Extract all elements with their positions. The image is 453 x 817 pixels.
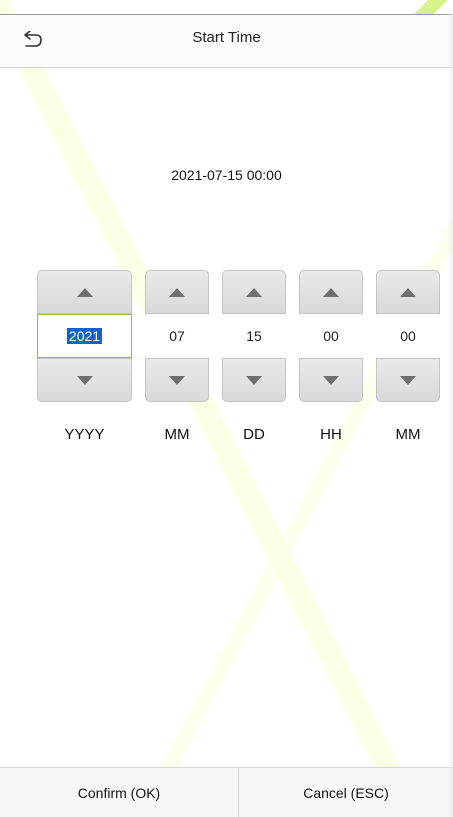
confirm-button[interactable]: Confirm (OK) bbox=[0, 768, 238, 817]
datetime-summary: 2021-07-15 00:00 bbox=[171, 167, 282, 183]
edge-shadow bbox=[447, 14, 453, 817]
month-label: MM bbox=[164, 426, 190, 443]
day-increment-button[interactable] bbox=[222, 270, 286, 314]
day-value: 15 bbox=[246, 328, 262, 344]
month-increment-button[interactable] bbox=[145, 270, 209, 314]
month-spinner: 07 bbox=[145, 270, 209, 403]
minute-value-field[interactable]: 00 bbox=[376, 314, 440, 358]
screen: Start Time 2021-07-15 00:00 2021 07 15 0… bbox=[0, 0, 453, 817]
triangle-up-icon bbox=[76, 287, 93, 297]
hour-decrement-button[interactable] bbox=[299, 358, 363, 402]
hour-increment-button[interactable] bbox=[299, 270, 363, 314]
hour-spinner: 00 bbox=[299, 270, 363, 403]
triangle-down-icon bbox=[169, 375, 185, 385]
minute-spinner: 00 bbox=[376, 270, 440, 403]
year-decrement-button[interactable] bbox=[37, 358, 132, 402]
day-decrement-button[interactable] bbox=[222, 358, 286, 402]
minute-value: 00 bbox=[400, 328, 416, 344]
month-value: 07 bbox=[169, 328, 185, 344]
page-title: Start Time bbox=[192, 29, 261, 46]
day-value-field[interactable]: 15 bbox=[222, 314, 286, 358]
day-spinner: 15 bbox=[222, 270, 286, 403]
year-increment-button[interactable] bbox=[37, 270, 132, 314]
hour-value-field[interactable]: 00 bbox=[299, 314, 363, 358]
hour-value: 00 bbox=[323, 328, 339, 344]
triangle-down-icon bbox=[246, 375, 262, 385]
hour-label: HH bbox=[320, 426, 342, 443]
minute-increment-button[interactable] bbox=[376, 270, 440, 314]
triangle-down-icon bbox=[400, 375, 416, 385]
triangle-down-icon bbox=[323, 375, 339, 385]
year-value: 2021 bbox=[66, 328, 103, 344]
triangle-up-icon bbox=[246, 287, 262, 297]
month-value-field[interactable]: 07 bbox=[145, 314, 209, 358]
triangle-up-icon bbox=[400, 287, 416, 297]
month-decrement-button[interactable] bbox=[145, 358, 209, 402]
cancel-button[interactable]: Cancel (ESC) bbox=[239, 768, 453, 817]
year-label: YYYY bbox=[64, 426, 105, 443]
day-label: DD bbox=[243, 426, 265, 443]
footer-bar: Confirm (OK) Cancel (ESC) bbox=[0, 767, 453, 817]
triangle-down-icon bbox=[76, 375, 93, 385]
triangle-up-icon bbox=[323, 287, 339, 297]
header-bar: Start Time bbox=[0, 14, 453, 68]
minute-decrement-button[interactable] bbox=[376, 358, 440, 402]
triangle-up-icon bbox=[169, 287, 185, 297]
year-value-field[interactable]: 2021 bbox=[37, 314, 132, 358]
minute-label: MM bbox=[395, 426, 421, 443]
year-spinner: 2021 bbox=[37, 270, 132, 403]
